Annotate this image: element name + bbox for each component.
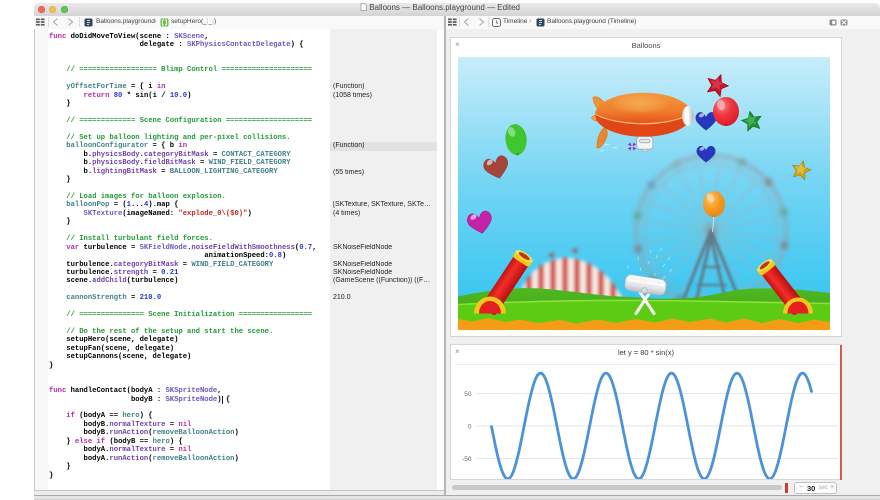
svg-text:50: 50 <box>464 391 472 398</box>
svg-text:-50: -50 <box>462 456 472 463</box>
svg-text:0: 0 <box>468 424 472 431</box>
